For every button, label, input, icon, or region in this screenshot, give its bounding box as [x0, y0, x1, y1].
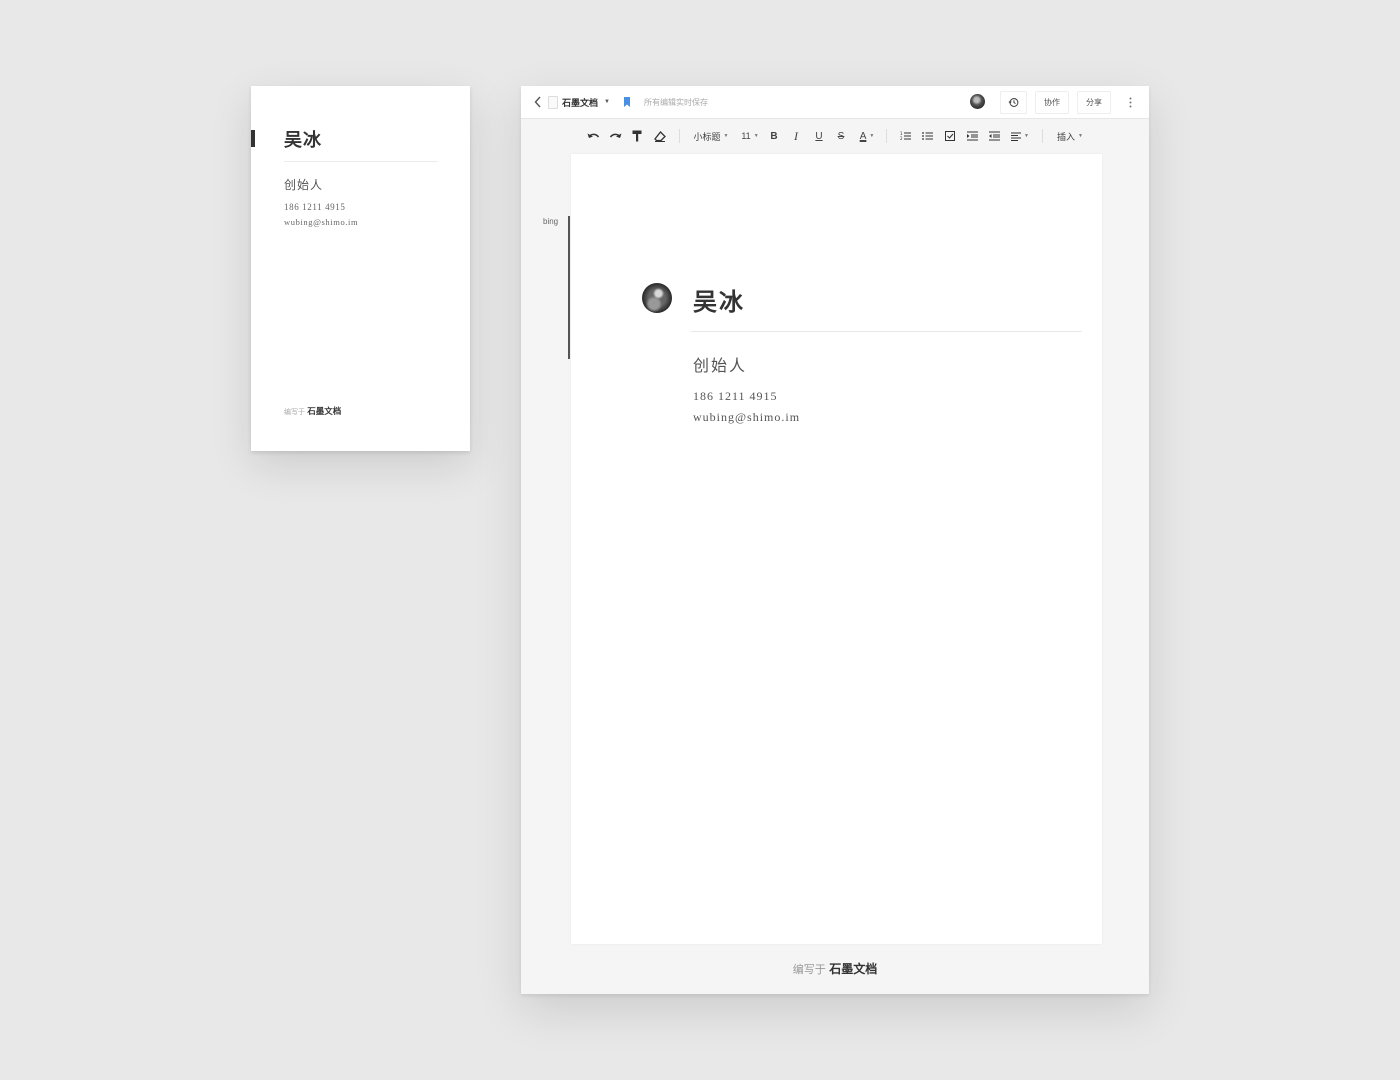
font-color-select[interactable]: A ▼ — [857, 127, 877, 145]
share-button[interactable]: 分享 — [1077, 91, 1111, 114]
checklist-icon[interactable] — [943, 127, 957, 145]
document-heading-name[interactable]: 吴冰 — [693, 282, 745, 317]
card-footer: 编写于 石墨文档 — [284, 405, 341, 417]
font-size-select[interactable]: 11 ▼ — [739, 127, 761, 145]
chevron-down-icon: ▼ — [869, 133, 875, 139]
card-footer-brand: 石墨文档 — [307, 407, 342, 417]
toolbar-separator — [1042, 129, 1043, 143]
editor-window: 石墨文档 ▼ 所有编辑实时保存 协作 分享 小标题 ▼ 11 ▼ B I U S… — [521, 86, 1149, 994]
heading-style-label: 小标题 — [693, 131, 721, 142]
align-select[interactable]: ▼ — [1010, 127, 1030, 145]
strikethrough-button[interactable]: S — [834, 127, 848, 145]
document-phone[interactable]: 186 1211 4915 — [693, 389, 778, 404]
document-role[interactable]: 创始人 — [693, 352, 747, 376]
card-divider — [284, 161, 438, 162]
bookmark-icon[interactable] — [622, 96, 632, 108]
document-email[interactable]: wubing@shimo.im — [693, 410, 800, 425]
top-bar: 石墨文档 ▼ 所有编辑实时保存 协作 分享 — [521, 86, 1149, 119]
svg-text:2: 2 — [900, 136, 903, 141]
document-page[interactable]: 吴冰 创始人 186 1211 4915 wubing@shimo.im — [571, 154, 1102, 944]
font-size-label: 11 — [741, 131, 751, 141]
collaborator-cursor-bar — [568, 216, 570, 359]
more-menu-icon[interactable] — [1124, 94, 1136, 110]
chevron-down-icon: ▼ — [753, 133, 759, 139]
save-status: 所有编辑实时保存 — [644, 97, 708, 107]
chevron-down-icon: ▼ — [1078, 133, 1083, 139]
eraser-icon[interactable] — [652, 127, 668, 145]
user-avatar[interactable] — [970, 94, 985, 109]
card-name: 吴冰 — [284, 130, 322, 151]
window-footer: 编写于 石墨文档 — [521, 960, 1149, 977]
format-painter-icon[interactable] — [629, 127, 645, 145]
toolbar-separator — [679, 129, 680, 143]
bold-button[interactable]: B — [767, 127, 781, 145]
insert-label: 插入 — [1057, 131, 1076, 142]
redo-icon[interactable] — [607, 127, 623, 145]
chevron-down-icon: ▼ — [723, 133, 729, 139]
align-icon — [1011, 132, 1022, 141]
indent-icon[interactable] — [965, 127, 979, 145]
collaborator-cursor-label: bing — [543, 217, 559, 226]
history-icon[interactable] — [1000, 91, 1027, 114]
outdent-icon[interactable] — [987, 127, 1001, 145]
undo-icon[interactable] — [585, 127, 601, 145]
card-phone: 186 1211 4915 — [284, 202, 346, 212]
font-color-label: A — [859, 130, 867, 142]
profile-photo — [642, 283, 672, 313]
document-title[interactable]: 石墨文档 — [562, 95, 598, 109]
back-icon[interactable] — [531, 94, 545, 110]
collaborate-button[interactable]: 协作 — [1035, 91, 1069, 114]
document-divider — [691, 331, 1082, 332]
insert-menu[interactable]: 插入 ▼ — [1055, 127, 1085, 145]
title-dropdown-icon[interactable]: ▼ — [603, 95, 611, 109]
card-footer-prefix: 编写于 — [284, 408, 305, 416]
card-title: 创始人 — [284, 178, 324, 192]
footer-brand: 石墨文档 — [829, 962, 878, 976]
card-email: wubing@shimo.im — [284, 217, 359, 227]
format-toolbar: 小标题 ▼ 11 ▼ B I U S A ▼ 12 ▼ 插入 ▼ — [521, 119, 1149, 153]
heading-style-select[interactable]: 小标题 ▼ — [690, 127, 732, 145]
card-accent-marker — [251, 130, 255, 147]
toolbar-separator — [886, 129, 887, 143]
underline-button[interactable]: U — [812, 127, 826, 145]
footer-prefix: 编写于 — [792, 963, 826, 976]
chevron-down-icon: ▼ — [1024, 133, 1029, 139]
italic-button[interactable]: I — [789, 127, 803, 145]
document-icon — [548, 96, 558, 109]
ordered-list-icon[interactable]: 12 — [898, 127, 912, 145]
business-card-preview: 吴冰 创始人 186 1211 4915 wubing@shimo.im 编写于… — [251, 86, 470, 451]
bullet-list-icon[interactable] — [920, 127, 934, 145]
